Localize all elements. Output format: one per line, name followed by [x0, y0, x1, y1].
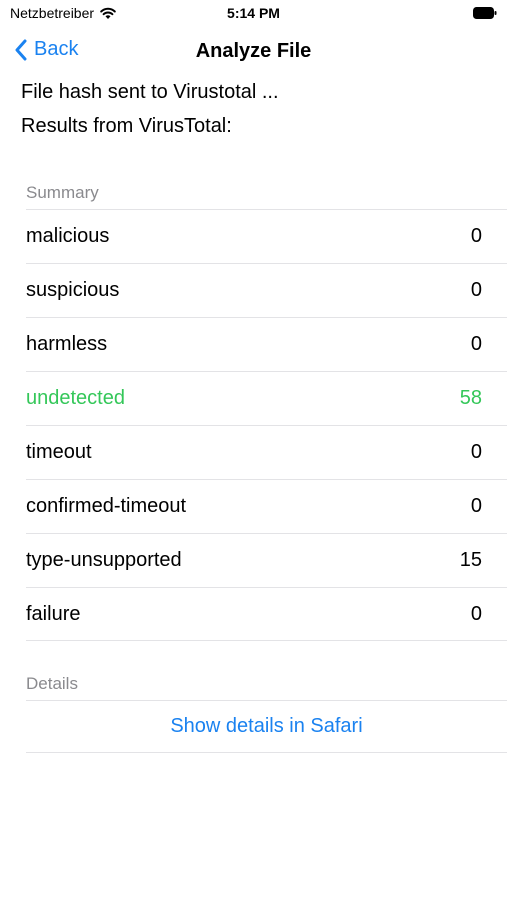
- summary-row-suspicious: suspicious 0: [26, 263, 507, 316]
- summary-row-undetected: undetected 58: [26, 371, 507, 424]
- summary-row-timeout: timeout 0: [26, 425, 507, 478]
- summary-row-type-unsupported: type-unsupported 15: [26, 533, 507, 586]
- show-details-button[interactable]: Show details in Safari: [26, 700, 507, 753]
- summary-row-harmless: harmless 0: [26, 317, 507, 370]
- summary-row-confirmed-timeout: confirmed-timeout 0: [26, 479, 507, 532]
- row-label: malicious: [26, 224, 110, 247]
- row-value: 58: [459, 386, 482, 409]
- status-message: File hash sent to Virustotal ...: [21, 81, 279, 103]
- row-value: 0: [470, 440, 482, 463]
- summary-row-failure: failure 0: [26, 587, 507, 640]
- row-value: 0: [470, 494, 482, 517]
- summary-divider: [26, 640, 507, 641]
- row-label: timeout: [26, 440, 92, 463]
- row-label: suspicious: [26, 278, 120, 301]
- row-label: failure: [26, 602, 81, 625]
- battery-icon: [473, 7, 497, 19]
- row-value: 0: [470, 332, 482, 355]
- row-value: 15: [459, 548, 482, 571]
- results-heading: Results from VirusTotal:: [21, 115, 232, 137]
- row-value: 0: [470, 278, 482, 301]
- status-bar: Netzbetreiber 5:14 PM: [0, 0, 507, 28]
- row-label: undetected: [26, 386, 125, 409]
- row-value: 0: [470, 224, 482, 247]
- summary-row-malicious: malicious 0: [26, 209, 507, 262]
- summary-section-header: Summary: [26, 183, 99, 202]
- status-time: 5:14 PM: [227, 5, 280, 21]
- row-label: confirmed-timeout: [26, 494, 187, 517]
- row-label: harmless: [26, 332, 108, 355]
- page-title: Analyze File: [195, 40, 312, 62]
- details-section-header: Details: [26, 674, 78, 693]
- row-label: type-unsupported: [26, 548, 182, 571]
- row-value: 0: [470, 602, 482, 625]
- navigation-bar: Back Analyze File: [0, 30, 507, 76]
